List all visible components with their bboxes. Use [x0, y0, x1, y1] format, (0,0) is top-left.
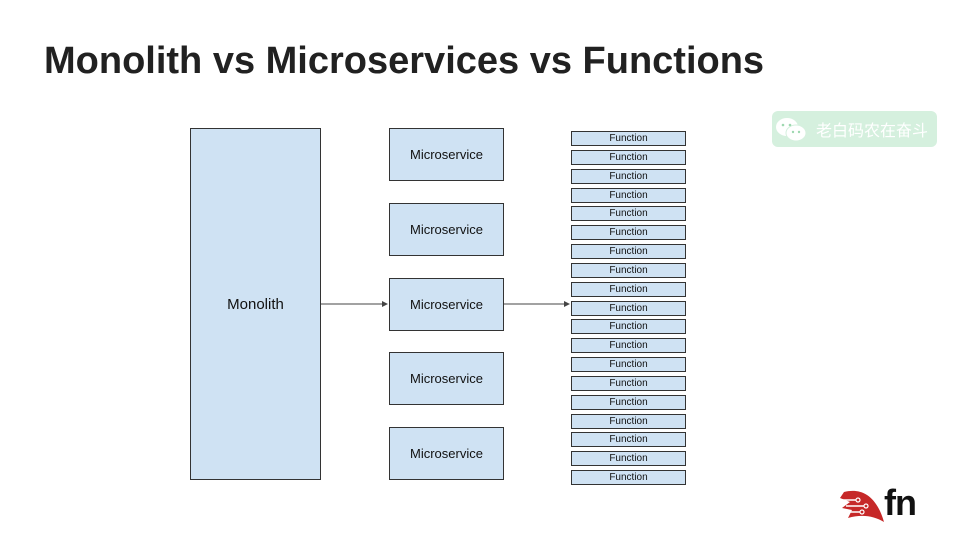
fn-logo: fn: [838, 482, 928, 524]
connector-arrows: [321, 301, 570, 307]
watermark-badge: 老白码农在奋斗: [772, 111, 937, 147]
fn-logo-text: fn: [884, 482, 917, 523]
fn-project-logo-icon: [840, 490, 884, 522]
watermark-text: 老白码农在奋斗: [816, 121, 929, 140]
wechat-icon: [776, 118, 807, 142]
